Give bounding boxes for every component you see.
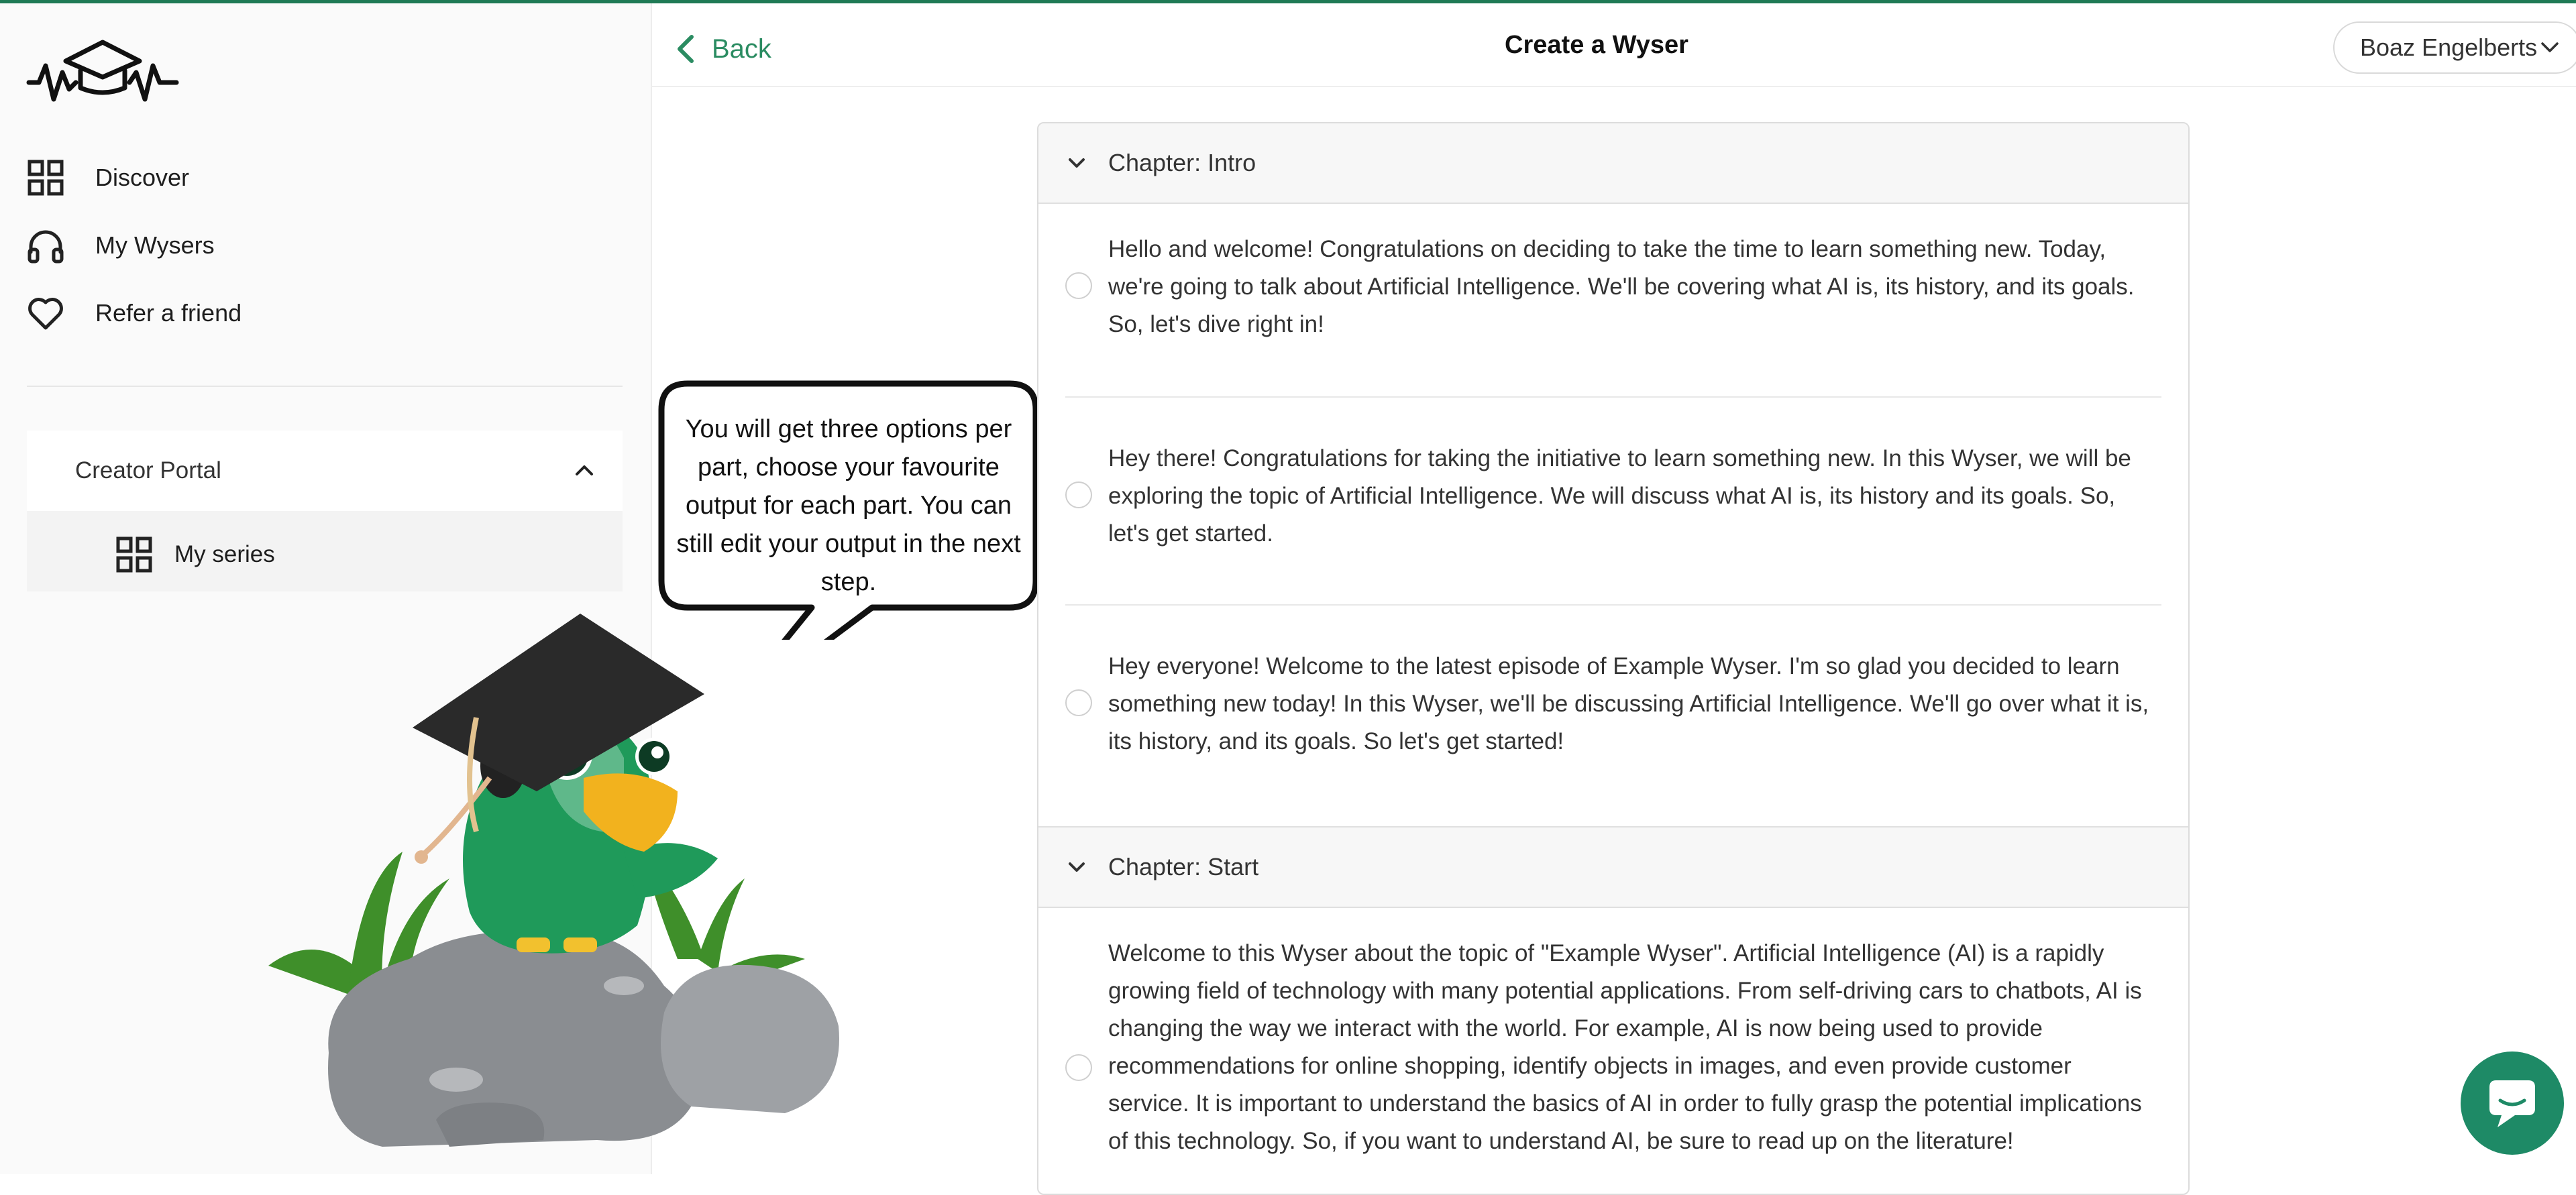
headphones-icon bbox=[27, 227, 64, 264]
chat-button[interactable] bbox=[2461, 1051, 2564, 1155]
chevron-left-icon bbox=[678, 35, 694, 63]
user-menu-button[interactable]: Boaz Engelberts bbox=[2333, 21, 2576, 74]
sidebar-item-refer-a-friend[interactable]: Refer a friend bbox=[27, 290, 241, 337]
option-divider bbox=[1065, 604, 2161, 606]
sidebar-item-label: Discover bbox=[95, 164, 190, 191]
tip-text: You will get three options per part, cho… bbox=[676, 415, 1021, 596]
option-start-1[interactable]: Welcome to this Wyser about the topic of… bbox=[1065, 935, 2161, 1194]
chapter-header-start[interactable]: Chapter: Start bbox=[1038, 826, 2188, 908]
back-label: Back bbox=[712, 34, 771, 64]
sidebar-item-my-series[interactable]: My series bbox=[115, 531, 275, 578]
wyser-logo-icon[interactable] bbox=[25, 36, 180, 109]
grid-icon bbox=[27, 159, 64, 196]
option-intro-1[interactable]: Hello and welcome! Congratulations on de… bbox=[1065, 231, 2161, 345]
option-radio[interactable] bbox=[1065, 272, 1092, 299]
parrot-mascot-illustration bbox=[268, 614, 839, 1147]
option-text: Welcome to this Wyser about the topic of… bbox=[1108, 940, 2142, 1154]
sidebar-item-label: My series bbox=[174, 541, 275, 567]
creator-portal-label: Creator Portal bbox=[75, 457, 221, 483]
option-radio[interactable] bbox=[1065, 481, 1092, 508]
page-title: Create a Wyser bbox=[1505, 31, 1688, 59]
chevron-up-icon bbox=[576, 465, 593, 475]
option-radio[interactable] bbox=[1065, 1054, 1092, 1081]
option-intro-3[interactable]: Hey everyone! Welcome to the latest epis… bbox=[1065, 648, 2161, 762]
chevron-down-icon bbox=[2541, 42, 2559, 52]
grid-icon bbox=[116, 536, 152, 573]
option-text: Hey everyone! Welcome to the latest epis… bbox=[1108, 653, 2149, 754]
chevron-down-icon bbox=[1069, 158, 1085, 168]
sidebar-item-my-wysers[interactable]: My Wysers bbox=[27, 222, 215, 269]
sidebar-item-discover[interactable]: Discover bbox=[27, 154, 189, 201]
option-intro-2[interactable]: Hey there! Congratulations for taking th… bbox=[1065, 440, 2161, 554]
chapter-label: Chapter: Intro bbox=[1108, 149, 1256, 176]
user-name: Boaz Engelberts bbox=[2360, 34, 2538, 61]
chat-bubble-icon bbox=[2489, 1080, 2535, 1127]
creator-portal-section: Creator Portal My series bbox=[27, 431, 623, 591]
back-button[interactable]: Back bbox=[674, 25, 771, 72]
sidebar-item-label: My Wysers bbox=[95, 231, 215, 259]
chevron-down-icon bbox=[1069, 862, 1085, 872]
chapter-label: Chapter: Start bbox=[1108, 853, 1259, 880]
heart-icon bbox=[27, 294, 64, 332]
option-radio[interactable] bbox=[1065, 689, 1092, 716]
sidebar-item-label: Refer a friend bbox=[95, 299, 242, 327]
option-text: Hey there! Congratulations for taking th… bbox=[1108, 445, 2131, 547]
wyser-options-card: Chapter: Intro Hello and welcome! Congra… bbox=[1037, 122, 2190, 1195]
chapter-header-intro[interactable]: Chapter: Intro bbox=[1038, 123, 2188, 204]
option-divider bbox=[1065, 396, 2161, 398]
option-text: Hello and welcome! Congratulations on de… bbox=[1108, 236, 2135, 337]
sidebar-divider bbox=[27, 386, 623, 387]
creator-portal-toggle[interactable]: Creator Portal bbox=[27, 431, 623, 511]
